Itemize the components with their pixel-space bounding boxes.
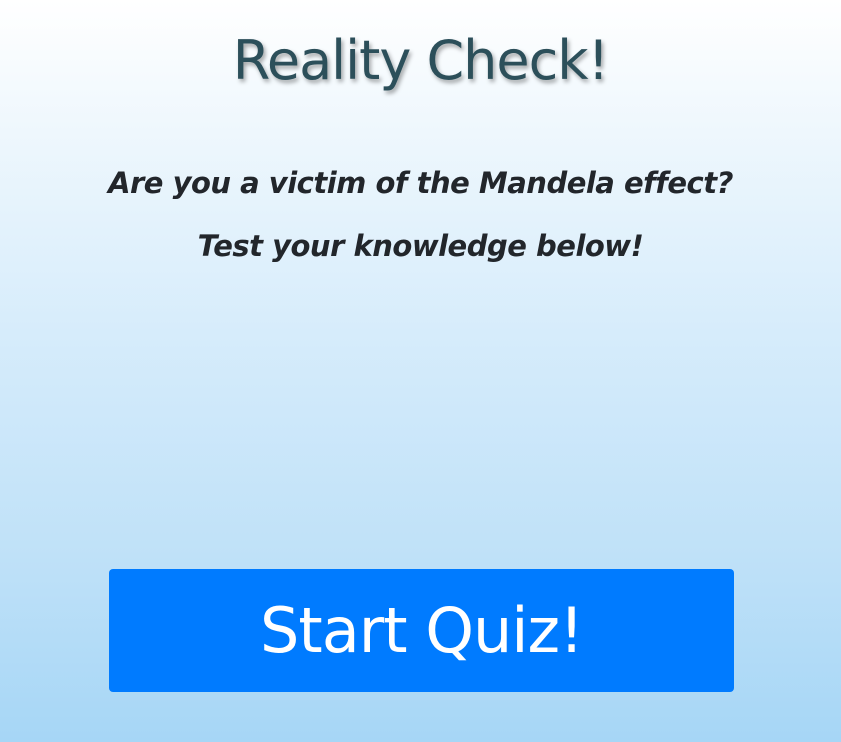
start-quiz-button[interactable]: Start Quiz! xyxy=(109,569,734,692)
quiz-landing-page: Reality Check! Are you a victim of the M… xyxy=(0,0,841,742)
page-title: Reality Check! xyxy=(232,29,609,92)
intro-question: Are you a victim of the Mandela effect? xyxy=(108,166,733,200)
intro-instruction: Test your knowledge below! xyxy=(197,229,644,263)
